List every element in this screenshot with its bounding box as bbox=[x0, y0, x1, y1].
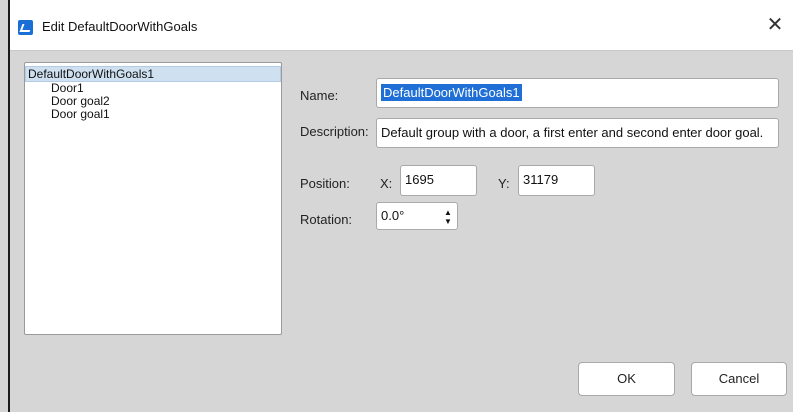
ok-button[interactable]: OK bbox=[578, 362, 675, 396]
y-input[interactable]: 31179 bbox=[518, 165, 595, 196]
x-label: X: bbox=[380, 176, 393, 191]
name-label: Name: bbox=[300, 88, 339, 103]
title-bar: Edit DefaultDoorWithGoals ✕ bbox=[10, 0, 793, 51]
group-tree[interactable]: DefaultDoorWithGoals1 Door1 Door goal2 D… bbox=[24, 62, 282, 335]
edit-dialog: Edit DefaultDoorWithGoals ✕ DefaultDoorW… bbox=[8, 0, 793, 412]
tree-item-root[interactable]: DefaultDoorWithGoals1 bbox=[25, 66, 281, 82]
name-input[interactable]: DefaultDoorWithGoals1 bbox=[376, 78, 779, 108]
spinner-arrows-icon[interactable]: ▲ ▼ bbox=[443, 208, 453, 226]
close-icon[interactable]: ✕ bbox=[763, 13, 787, 37]
y-label: Y: bbox=[498, 176, 510, 191]
rotation-spinbox[interactable]: 0.0° ▲ ▼ bbox=[376, 202, 458, 230]
description-input[interactable]: Default group with a door, a first enter… bbox=[376, 118, 779, 148]
tree-item-door-goal1[interactable]: Door goal1 bbox=[25, 108, 281, 121]
name-input-value: DefaultDoorWithGoals1 bbox=[381, 84, 522, 101]
cancel-button[interactable]: Cancel bbox=[691, 362, 787, 396]
position-label: Position: bbox=[300, 176, 350, 191]
window-title: Edit DefaultDoorWithGoals bbox=[42, 19, 198, 34]
rotation-value: 0.0° bbox=[381, 208, 405, 223]
x-input[interactable]: 1695 bbox=[400, 165, 477, 196]
rotation-label: Rotation: bbox=[300, 212, 353, 227]
description-label: Description: bbox=[300, 124, 369, 139]
app-icon bbox=[18, 20, 33, 35]
